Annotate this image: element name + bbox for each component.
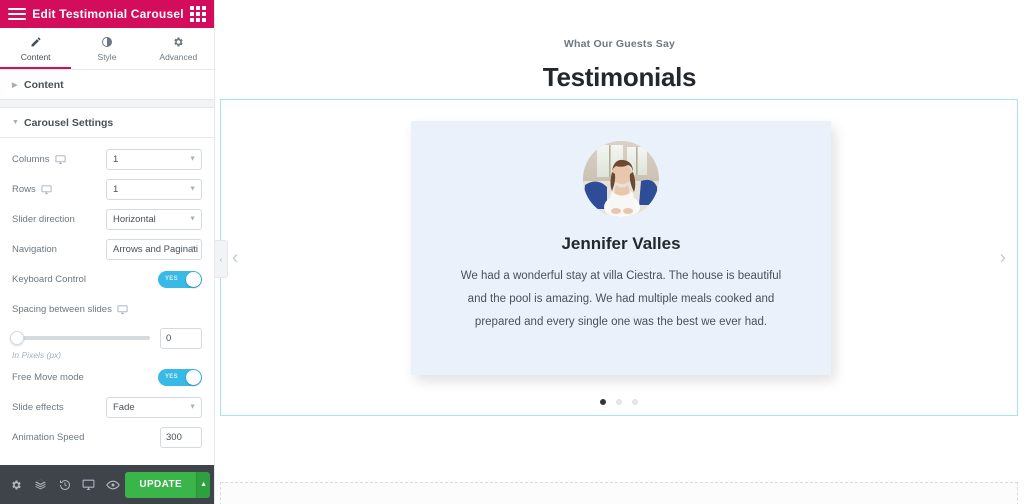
columns-select-wrap: 1 ▼ bbox=[106, 148, 202, 170]
spacing-label: Spacing between slides bbox=[12, 304, 202, 315]
section-divider bbox=[0, 100, 214, 108]
tab-style-label: Style bbox=[97, 52, 117, 62]
settings-gear-icon[interactable] bbox=[4, 465, 28, 504]
slide-effects-select-wrap: Fade ▼ bbox=[106, 396, 202, 418]
navigator-layers-icon[interactable] bbox=[28, 465, 52, 504]
desktop-icon[interactable] bbox=[41, 184, 52, 195]
update-button-group: UPDATE ▲ bbox=[125, 471, 211, 498]
navigation-select-wrap: Arrows and Paginati ▼ bbox=[106, 238, 202, 260]
tab-advanced-label: Advanced bbox=[159, 52, 198, 62]
spacing-slider-row bbox=[10, 324, 202, 352]
columns-select[interactable]: 1 bbox=[106, 148, 202, 170]
carousel-pagination bbox=[221, 399, 1017, 405]
control-free-move: Free Move mode YES bbox=[12, 362, 202, 392]
history-clock-icon[interactable] bbox=[53, 465, 77, 504]
contrast-icon bbox=[101, 35, 113, 49]
free-move-label: Free Move mode bbox=[12, 371, 84, 383]
pagination-dot[interactable] bbox=[616, 399, 622, 405]
chevron-down-icon: ▼ bbox=[12, 119, 19, 126]
responsive-desktop-icon[interactable] bbox=[77, 465, 101, 504]
slider-direction-select[interactable]: Horizontal bbox=[106, 208, 202, 230]
slider-direction-select-wrap: Horizontal ▼ bbox=[106, 208, 202, 230]
section-carousel-settings-label: Carousel Settings bbox=[24, 116, 114, 129]
desktop-icon[interactable] bbox=[117, 304, 128, 315]
control-navigation: Navigation Arrows and Paginati ▼ bbox=[12, 234, 202, 264]
control-columns: Columns 1 ▼ bbox=[12, 144, 202, 174]
tab-content[interactable]: Content bbox=[0, 28, 72, 69]
page-title: Testimonials bbox=[542, 62, 697, 92]
preview-canvas: ‹ What Our Guests Say Testimonials ‹ › J… bbox=[215, 0, 1024, 504]
testimonial-name: Jennifer Valles bbox=[561, 234, 681, 253]
rows-label-text: Rows bbox=[12, 183, 36, 195]
tab-advanced[interactable]: Advanced bbox=[143, 28, 214, 69]
spacing-value-input[interactable] bbox=[160, 327, 202, 349]
gear-icon bbox=[172, 35, 184, 49]
control-spacing: Spacing between slides bbox=[12, 294, 202, 324]
section-eyebrow: What Our Guests Say bbox=[563, 38, 676, 50]
rows-select-wrap: 1 ▼ bbox=[106, 178, 202, 200]
columns-label: Columns bbox=[12, 154, 106, 165]
avatar-photo bbox=[583, 141, 659, 217]
slider-direction-label: Slider direction bbox=[12, 213, 75, 225]
editor-panel: Edit Testimonial Carousel Content Style bbox=[0, 0, 215, 504]
keyboard-control-toggle[interactable]: YES bbox=[158, 270, 202, 288]
tab-style[interactable]: Style bbox=[71, 28, 142, 69]
carousel-settings-controls: Columns 1 ▼ Rows 1 ▼ Slider direction Ho… bbox=[0, 138, 214, 465]
control-rows: Rows 1 ▼ bbox=[12, 174, 202, 204]
pagination-dot[interactable] bbox=[600, 399, 606, 405]
slide-effects-label: Slide effects bbox=[12, 401, 64, 413]
carousel-next-arrow-icon[interactable]: › bbox=[1000, 248, 1006, 267]
control-slider-direction: Slider direction Horizontal ▼ bbox=[12, 204, 202, 234]
panel-title: Edit Testimonial Carousel bbox=[32, 7, 184, 21]
panel-header: Edit Testimonial Carousel bbox=[0, 0, 214, 28]
columns-label-text: Columns bbox=[12, 153, 50, 165]
animation-speed-input[interactable] bbox=[160, 426, 202, 448]
keyboard-control-toggle-value: YES bbox=[165, 276, 178, 282]
update-options-caret-icon[interactable]: ▲ bbox=[196, 471, 211, 498]
free-move-toggle[interactable]: YES bbox=[158, 368, 202, 386]
avatar bbox=[583, 141, 659, 217]
tab-content-label: Content bbox=[20, 52, 51, 62]
panel-collapse-handle[interactable]: ‹ bbox=[215, 240, 228, 278]
navigation-select[interactable]: Arrows and Paginati bbox=[106, 238, 202, 260]
free-move-toggle-value: YES bbox=[165, 374, 178, 380]
preview-eye-icon[interactable] bbox=[101, 465, 125, 504]
pagination-dot[interactable] bbox=[632, 399, 638, 405]
add-section-dropzone[interactable] bbox=[220, 482, 1018, 504]
spacing-hint: In Pixels (px) bbox=[12, 350, 62, 360]
site-heading-block: What Our Guests Say Testimonials bbox=[215, 0, 1024, 93]
navigation-label: Navigation bbox=[12, 243, 57, 255]
control-keyboard-control: Keyboard Control YES bbox=[12, 264, 202, 294]
carousel-prev-arrow-icon[interactable]: ‹ bbox=[232, 248, 238, 267]
slide-effects-select[interactable]: Fade bbox=[106, 396, 202, 418]
spacing-slider-handle[interactable] bbox=[10, 331, 24, 345]
testimonial-slide[interactable]: Jennifer Valles We had a wonderful stay … bbox=[411, 121, 831, 375]
update-button[interactable]: UPDATE bbox=[125, 471, 197, 498]
toggle-knob bbox=[186, 271, 201, 287]
section-content[interactable]: ▶ Content bbox=[0, 70, 214, 100]
spacing-label-text: Spacing between slides bbox=[12, 303, 112, 315]
grid-apps-icon[interactable] bbox=[190, 6, 206, 22]
control-animation-speed: Animation Speed bbox=[12, 422, 202, 452]
hamburger-icon[interactable] bbox=[8, 8, 26, 20]
pencil-icon bbox=[30, 35, 42, 49]
panel-footer: UPDATE ▲ bbox=[0, 465, 214, 504]
keyboard-control-label: Keyboard Control bbox=[12, 273, 86, 285]
testimonial-quote: We had a wonderful stay at villa Ciestra… bbox=[460, 270, 782, 328]
elementor-editor: Edit Testimonial Carousel Content Style bbox=[0, 0, 1024, 504]
chevron-right-icon: ▶ bbox=[12, 81, 18, 89]
toggle-knob bbox=[186, 369, 201, 385]
section-content-label: Content bbox=[24, 78, 64, 91]
animation-speed-label: Animation Speed bbox=[12, 431, 85, 443]
spacing-slider[interactable] bbox=[10, 331, 150, 345]
rows-label: Rows bbox=[12, 184, 106, 195]
selected-section[interactable]: ‹ › Jennifer Valles We had a wonderful s… bbox=[220, 99, 1018, 416]
rows-select[interactable]: 1 bbox=[106, 178, 202, 200]
desktop-icon[interactable] bbox=[54, 154, 66, 165]
control-slide-effects: Slide effects Fade ▼ bbox=[12, 392, 202, 422]
section-carousel-settings[interactable]: ▼ Carousel Settings bbox=[0, 108, 214, 138]
panel-tabs: Content Style Advanced bbox=[0, 28, 214, 70]
